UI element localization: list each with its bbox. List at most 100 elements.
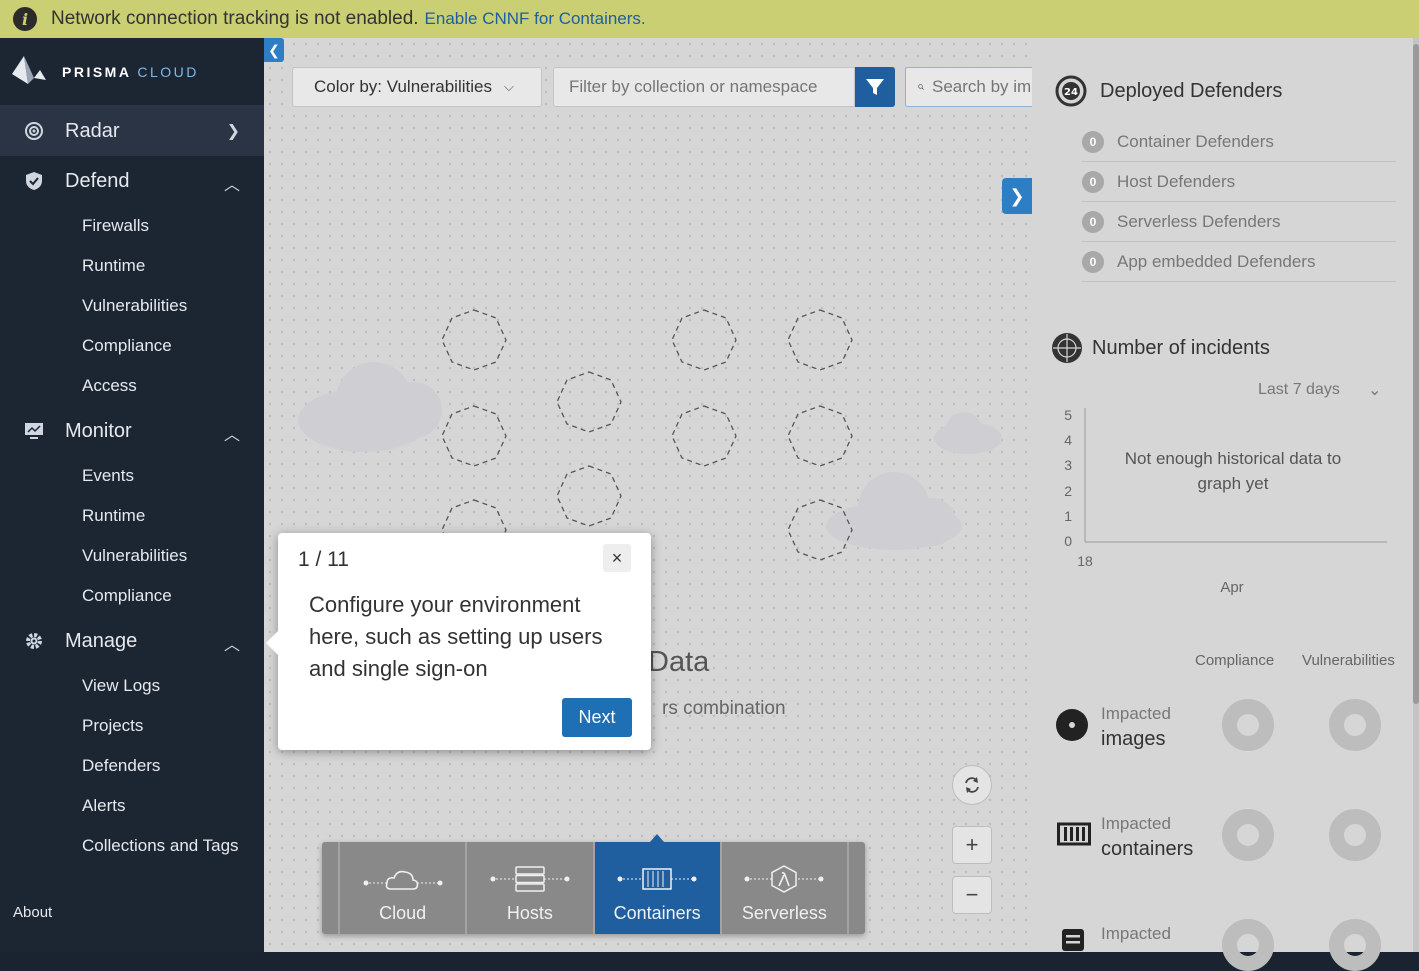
guided-tour-popover: 1 / 11 × Configure your environment here… bbox=[266, 533, 651, 750]
sidebar-subitem-events[interactable]: Events bbox=[0, 456, 264, 496]
defender-row[interactable]: 0 App embedded Defenders bbox=[1082, 242, 1396, 282]
refresh-icon bbox=[965, 777, 979, 793]
vulnerabilities-ring-containers[interactable] bbox=[1329, 809, 1381, 861]
search-icon bbox=[918, 84, 924, 90]
vulnerabilities-ring-images[interactable] bbox=[1329, 699, 1381, 751]
type-tab-label: Serverless bbox=[741, 903, 827, 923]
count-badge: 0 bbox=[1082, 210, 1104, 233]
about-link[interactable]: About bbox=[13, 904, 52, 921]
defender-label: Container Defenders bbox=[1117, 131, 1274, 151]
zoom-in-button[interactable]: + bbox=[952, 826, 992, 864]
lambda-icon bbox=[744, 865, 824, 893]
sidebar-subitem-alerts[interactable]: Alerts bbox=[0, 786, 264, 826]
target-icon bbox=[1052, 333, 1082, 363]
sidebar: PRISMA CLOUD Radar ❯ Defend ︿ Firewalls … bbox=[0, 38, 264, 952]
summary-panel: 24 Deployed Defenders 0 Container Defende… bbox=[1032, 38, 1419, 971]
no-data-subtitle: rs combination bbox=[662, 698, 786, 719]
sidebar-item-radar[interactable]: Radar ❯ bbox=[0, 106, 264, 156]
radar-canvas[interactable]: Color by: Vulnerabilities ⌵ ❯ Data rs co… bbox=[264, 38, 1032, 952]
y-tick: 5 bbox=[1064, 407, 1072, 423]
type-tab-serverless[interactable]: Serverless bbox=[719, 842, 849, 934]
type-tab-label: Hosts bbox=[506, 903, 553, 923]
type-tab-containers[interactable]: Containers bbox=[592, 834, 720, 934]
compliance-column-header: Compliance bbox=[1195, 652, 1275, 669]
sidebar-item-monitor[interactable]: Monitor ︿ bbox=[0, 406, 264, 456]
tour-message: Configure your environment here, such as… bbox=[309, 592, 603, 681]
zoom-out-button[interactable]: − bbox=[952, 876, 992, 914]
radar-icon bbox=[24, 121, 44, 141]
sidebar-subitem-vulnerabilities[interactable]: Vulnerabilities bbox=[0, 536, 264, 576]
no-data-title: Data bbox=[648, 646, 710, 678]
close-icon[interactable]: × bbox=[603, 544, 631, 572]
enable-cnnf-link[interactable]: Enable CNNF for Containers. bbox=[425, 9, 646, 29]
compliance-ring-images[interactable] bbox=[1222, 699, 1274, 751]
sidebar-item-label: Monitor bbox=[65, 419, 132, 442]
defender-row[interactable]: 0 Container Defenders bbox=[1082, 122, 1396, 162]
sidebar-subitem-runtime[interactable]: Runtime bbox=[0, 496, 264, 536]
sidebar-subitem-firewalls[interactable]: Firewalls bbox=[0, 206, 264, 246]
sidebar-item-defend[interactable]: Defend ︿ bbox=[0, 156, 264, 206]
chevron-up-icon: ︿ bbox=[223, 427, 240, 444]
defender-row[interactable]: 0 Host Defenders bbox=[1082, 162, 1396, 202]
search-input[interactable] bbox=[932, 77, 1032, 97]
count-badge: 0 bbox=[1082, 130, 1104, 153]
defender-label: Host Defenders bbox=[1117, 171, 1236, 191]
y-tick: 2 bbox=[1064, 483, 1072, 499]
type-tab-label: Containers bbox=[613, 903, 701, 923]
chevron-down-icon[interactable]: ⌄ bbox=[1368, 380, 1381, 400]
monitor-icon bbox=[24, 421, 44, 441]
collapse-sidebar-button[interactable]: ❮ bbox=[264, 38, 284, 62]
sidebar-subitem-view-logs[interactable]: View Logs bbox=[0, 666, 264, 706]
compliance-ring-containers[interactable] bbox=[1222, 809, 1274, 861]
banner-message: Network connection tracking is not enabl… bbox=[51, 8, 419, 29]
chevron-up-icon: ︿ bbox=[223, 177, 240, 194]
y-tick: 3 bbox=[1064, 457, 1072, 473]
defender-label: App embedded Defenders bbox=[1117, 251, 1316, 271]
sidebar-subitem-runtime[interactable]: Runtime bbox=[0, 246, 264, 286]
vulnerabilities-column-header: Vulnerabilities bbox=[1302, 652, 1395, 669]
clock-24-icon: 24 bbox=[1055, 75, 1087, 107]
impacted-containers-label: Impacted containers bbox=[1101, 814, 1194, 860]
sidebar-subitem-compliance[interactable]: Compliance bbox=[0, 326, 264, 366]
compliance-ring-hosts[interactable] bbox=[1222, 919, 1274, 971]
defender-row[interactable]: 0 Serverless Defenders bbox=[1082, 202, 1396, 242]
info-icon: i bbox=[13, 7, 37, 31]
cloud-icon bbox=[363, 870, 443, 890]
type-tab-cloud[interactable]: Cloud bbox=[338, 842, 465, 934]
scrollbar-thumb[interactable] bbox=[1413, 44, 1419, 704]
resource-type-selector: Cloud Hosts Containers Serverless bbox=[322, 834, 865, 934]
sidebar-item-label: Defend bbox=[65, 169, 130, 192]
refresh-button[interactable] bbox=[952, 765, 992, 805]
collection-filter-input[interactable] bbox=[553, 67, 855, 107]
next-button[interactable]: Next bbox=[562, 698, 632, 737]
container-icon bbox=[617, 868, 697, 890]
x-month-label: Apr bbox=[1220, 579, 1243, 596]
type-tab-hosts[interactable]: Hosts bbox=[465, 842, 592, 934]
count-badge: 0 bbox=[1082, 250, 1104, 273]
image-search-box[interactable] bbox=[905, 67, 1032, 107]
period-dropdown[interactable]: Last 7 days bbox=[1258, 381, 1340, 399]
expand-panel-button[interactable]: ❯ bbox=[1002, 178, 1032, 214]
y-tick: 0 bbox=[1064, 533, 1072, 549]
sidebar-subitem-access[interactable]: Access bbox=[0, 366, 264, 406]
server-icon bbox=[1062, 929, 1084, 951]
filter-button[interactable] bbox=[855, 67, 895, 107]
prisma-cloud-logo[interactable]: PRISMA CLOUD bbox=[0, 38, 264, 106]
chevron-up-icon: ︿ bbox=[223, 637, 240, 654]
panel-scrollbar[interactable] bbox=[1413, 38, 1419, 952]
color-by-label: Color by: Vulnerabilities bbox=[314, 77, 492, 96]
incidents-chart: 5 4 3 2 1 0 18 Apr bbox=[1064, 407, 1387, 596]
sidebar-item-manage[interactable]: Manage ︿ bbox=[0, 616, 264, 666]
server-icon bbox=[490, 866, 570, 892]
sidebar-subitem-collections-and-tags[interactable]: Collections and Tags bbox=[0, 826, 264, 866]
logo-text: PRISMA CLOUD bbox=[62, 63, 199, 80]
sidebar-subitem-vulnerabilities[interactable]: Vulnerabilities bbox=[0, 286, 264, 326]
sidebar-subitem-projects[interactable]: Projects bbox=[0, 706, 264, 746]
chevron-down-icon: ⌵ bbox=[503, 79, 514, 94]
count-badge: 0 bbox=[1082, 170, 1104, 193]
sidebar-subitem-defenders[interactable]: Defenders bbox=[0, 746, 264, 786]
vulnerabilities-ring-hosts[interactable] bbox=[1329, 919, 1381, 971]
deployed-defenders-title: 24 Deployed Defenders bbox=[1054, 74, 1282, 108]
color-by-dropdown[interactable]: Color by: Vulnerabilities ⌵ bbox=[292, 67, 542, 107]
sidebar-subitem-compliance[interactable]: Compliance bbox=[0, 576, 264, 616]
